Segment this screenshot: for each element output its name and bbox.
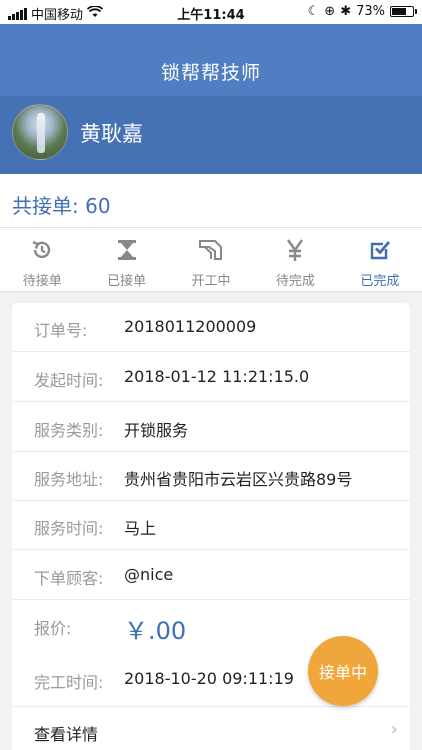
profile-banner: 黄耿嘉 (0, 96, 422, 174)
avatar[interactable] (12, 104, 68, 160)
created-time-row: 发起时间: 2018-01-12 11:21:15.0 (12, 353, 410, 402)
battery-level (392, 8, 406, 15)
field-label: 服务地址: (34, 470, 104, 489)
tab-label: 已接单 (107, 274, 147, 289)
customer-row: 下单顾客: @nice (12, 551, 410, 600)
order-number: 2018011200009 (124, 317, 257, 336)
service-address-row: 服务地址: 贵州省贵阳市云岩区兴贵路89号 (12, 452, 410, 501)
technician-name: 黄耿嘉 (80, 122, 143, 146)
customer-name: @nice (124, 565, 174, 584)
hourglass-icon (84, 236, 168, 264)
checkbox-icon (338, 236, 422, 264)
field-label: 服务时间: (34, 519, 104, 538)
field-label: 完工时间: (34, 673, 104, 692)
tab-label: 开工中 (191, 274, 231, 289)
service-time-row: 服务时间: 马上 (12, 501, 410, 550)
tab-in-progress[interactable]: 开工中 (169, 228, 253, 291)
field-label: 订单号: (34, 321, 88, 340)
key-icon (169, 236, 253, 264)
field-label: 服务类别: (34, 421, 104, 440)
nav-bar: 锁帮帮技师 (0, 24, 422, 96)
field-label: 报价: (34, 619, 72, 638)
service-category: 开锁服务 (124, 421, 189, 440)
chevron-right-icon: › (390, 719, 398, 740)
status-bar: 中国移动 上午11:44 ☾ ⊕ ✱ 73% (0, 0, 422, 24)
service-category-row: 服务类别: 开锁服务 (12, 403, 410, 452)
order-total-row: 共接单: 60 (0, 174, 422, 228)
tab-to-complete[interactable]: 待完成 (253, 228, 337, 291)
created-time: 2018-01-12 11:21:15.0 (124, 367, 310, 386)
price-value: ￥.00 (124, 617, 187, 645)
view-details-label: 查看详情 (34, 725, 99, 744)
tab-completed[interactable]: 已完成 (338, 228, 422, 291)
yen-icon (253, 236, 337, 264)
tab-label: 待完成 (275, 274, 315, 289)
status-right: ☾ ⊕ ✱ 73% (307, 4, 417, 19)
battery-icon (390, 6, 417, 17)
service-address: 贵州省贵阳市云岩区兴贵路89号 (124, 470, 353, 489)
moon-icon: ☾ (307, 4, 320, 19)
accepting-orders-button[interactable]: 接单中 (308, 636, 378, 706)
order-total: 共接单: 60 (12, 194, 111, 218)
fab-label: 接单中 (318, 663, 367, 682)
tab-label: 待接单 (22, 274, 62, 289)
battery-percent: 73% (356, 4, 385, 19)
lock-rotation-icon: ⊕ (324, 4, 336, 19)
field-label: 发起时间: (34, 371, 104, 390)
tab-label: 已完成 (360, 274, 400, 289)
tab-accepted[interactable]: 已接单 (84, 228, 168, 291)
order-status-tabs: 待接单 已接单 开工中 待完成 已完成 (0, 228, 422, 292)
completion-time: 2018-10-20 09:11:19 (124, 669, 294, 688)
order-number-row: 订单号: 2018011200009 (12, 303, 410, 352)
field-label: 下单顾客: (34, 569, 104, 588)
history-icon (0, 236, 84, 264)
bluetooth-icon: ✱ (340, 4, 352, 19)
tab-pending[interactable]: 待接单 (0, 228, 84, 291)
service-time: 马上 (124, 519, 157, 538)
page-title: 锁帮帮技师 (160, 62, 261, 84)
